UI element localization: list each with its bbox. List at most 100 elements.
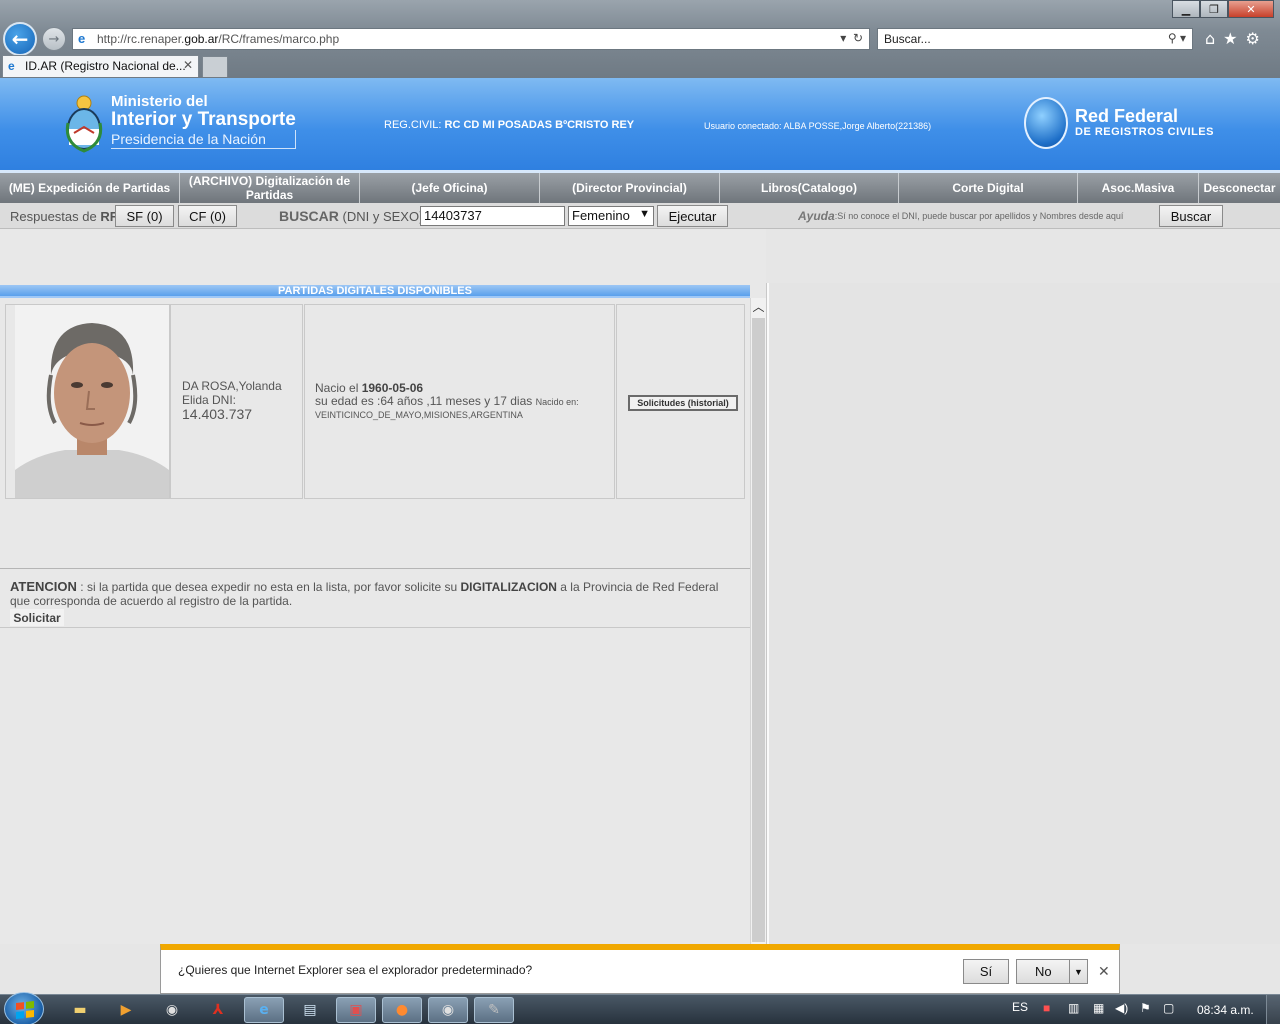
restore-button[interactable]: ❐: [1200, 0, 1228, 18]
windows-logo-icon: [16, 1001, 34, 1019]
red-federal-logo: Red Federal DE REGISTROS CIVILES: [1075, 106, 1214, 138]
nacio-label: Nacio el: [315, 381, 359, 395]
volume-icon[interactable]: ◀): [1115, 1001, 1128, 1015]
chrome-window-icon[interactable]: ◉: [428, 997, 468, 1023]
menu-director-provincial[interactable]: (Director Provincial): [540, 173, 720, 203]
solicitar-button[interactable]: Solicitar: [10, 609, 64, 626]
search-icon[interactable]: ⚲: [1168, 31, 1177, 45]
default-browser-notification: ¿Quieres que Internet Explorer sea el ex…: [160, 944, 1120, 994]
start-button[interactable]: [4, 992, 44, 1024]
reg-civil-label: REG.CIVIL:: [384, 119, 442, 131]
dropdown-icon[interactable]: ▾: [840, 31, 846, 45]
browser-search-box[interactable]: Buscar... ⚲ ▾: [877, 28, 1193, 50]
notepad-icon[interactable]: ▤: [290, 997, 330, 1023]
forward-arrow-icon: →: [48, 31, 60, 47]
url-prefix: http://rc.renaper.: [97, 32, 185, 46]
back-arrow-icon: ←: [11, 27, 29, 51]
buscar-nombre-button[interactable]: Buscar: [1159, 205, 1223, 227]
antivirus-icon[interactable]: ■: [1043, 1001, 1050, 1015]
ayuda-label: Ayuda: [798, 209, 835, 223]
firefox-icon[interactable]: ●: [382, 997, 422, 1023]
close-tab-icon[interactable]: ✕: [183, 58, 193, 72]
dni-input[interactable]: 14403737: [420, 206, 565, 226]
home-icon[interactable]: ⌂: [1205, 29, 1215, 48]
close-icon[interactable]: ✕: [1098, 964, 1110, 980]
person-dni: 14.403.737: [182, 406, 253, 422]
favorites-star-icon[interactable]: ★: [1223, 29, 1237, 48]
red-federal-title: Red Federal: [1075, 106, 1179, 126]
chevron-down-icon[interactable]: ▼: [1069, 960, 1087, 983]
internet-explorer-icon[interactable]: e: [244, 997, 284, 1023]
menu-desconectar[interactable]: Desconectar: [1199, 173, 1280, 203]
refresh-icon[interactable]: ↻: [853, 31, 863, 45]
action-center-flag-icon[interactable]: ⚑: [1140, 1001, 1151, 1015]
menu-jefe-oficina[interactable]: (Jefe Oficina): [360, 173, 540, 203]
close-window-button[interactable]: ✕: [1228, 0, 1274, 18]
results-scrollbar[interactable]: ︿: [750, 298, 766, 944]
ministerio-line2: Interior y Transporte: [111, 109, 296, 130]
menu-libros-catalogo[interactable]: Libros(Catalogo): [720, 173, 899, 203]
sexo-select[interactable]: Femenino ▼: [568, 206, 654, 226]
browser-tab-active[interactable]: e ID.AR (Registro Nacional de... ✕: [2, 55, 199, 77]
notification-yes-button[interactable]: Sí: [963, 959, 1009, 984]
nacio-date: 1960-05-06: [361, 381, 424, 395]
nacido-en-label: Nacido en:: [535, 397, 579, 407]
nacido-en-value: VEINTICINCO_DE_MAYO,MISIONES,ARGENTINA: [315, 410, 523, 420]
back-button[interactable]: ←: [3, 22, 37, 56]
ejecutar-button[interactable]: Ejecutar: [657, 205, 728, 227]
reg-civil-value: RC CD MI POSADAS BºCRISTO REY: [444, 119, 635, 131]
url-path: /RC/frames/marco.php: [218, 32, 340, 46]
new-tab-button[interactable]: [202, 56, 228, 77]
display-icon[interactable]: ▦: [1093, 1001, 1104, 1015]
chrome-icon[interactable]: ◉: [152, 997, 192, 1023]
scroll-thumb[interactable]: [752, 318, 765, 942]
media-player-icon[interactable]: ▶: [106, 997, 146, 1023]
explorer-folder-icon[interactable]: ▬: [60, 997, 100, 1023]
show-desktop-button[interactable]: [1266, 995, 1280, 1024]
menu-corte-digital[interactable]: Corte Digital: [899, 173, 1078, 203]
network-monitor-icon[interactable]: ▢: [1163, 1001, 1174, 1015]
window-controls: ▁ ❐ ✕: [1172, 0, 1274, 18]
menu-asoc-masiva[interactable]: Asoc.Masiva: [1078, 173, 1199, 203]
ministerio-title: Ministerio del Interior y Transporte Pre…: [111, 94, 296, 149]
gear-icon[interactable]: ⚙: [1246, 29, 1260, 48]
red-federal-globe-icon: [1024, 97, 1068, 149]
windows-taskbar: ▬ ▶ ◉ ⅄ e ▤ ▣ ● ◉ ✎ ES ■ ▥ ▦ ◀) ⚑ ▢ 08:3…: [0, 992, 1280, 1024]
search-row: Respuestas de RF SF (0) CF (0) BUSCAR (D…: [0, 203, 1280, 229]
person-photo: [15, 305, 169, 498]
frame-divider[interactable]: [766, 283, 769, 944]
notification-no-button[interactable]: No ▼: [1016, 959, 1088, 984]
ayuda-group: Ayuda :Sí no conoce el DNI, puede buscar…: [798, 203, 1158, 229]
reg-civil-info: REG.CIVIL: RC CD MI POSADAS BºCRISTO REY: [384, 119, 634, 131]
person-name-block: DA ROSA,Yolanda Elida DNI: 14.403.737: [182, 379, 282, 421]
taskbar-clock[interactable]: 08:34 a.m.: [1197, 1003, 1254, 1017]
argentina-coat-of-arms-icon: [65, 95, 103, 153]
sf-button[interactable]: SF (0): [115, 205, 174, 227]
cf-button[interactable]: CF (0): [178, 205, 237, 227]
menu-expedicion-partidas[interactable]: (ME) Expedición de Partidas: [0, 173, 180, 203]
search-tools: ⚲ ▾: [1168, 31, 1186, 45]
search-dropdown-icon[interactable]: ▾: [1180, 31, 1186, 45]
address-bar[interactable]: e http://rc.renaper.gob.ar/RC/frames/mar…: [72, 28, 870, 50]
atencion-heading: ATENCION: [10, 579, 77, 594]
scroll-up-icon[interactable]: ︿: [751, 298, 766, 316]
solicitudes-historial-button[interactable]: Solicitudes (historial): [628, 395, 738, 411]
forward-button[interactable]: →: [42, 27, 66, 51]
person-birth-block: Nacio el 1960-05-06 su edad es :64 años …: [315, 382, 579, 422]
presentation-app-icon[interactable]: ▣: [336, 997, 376, 1023]
browser-chrome: ▁ ❐ ✕ ← → e http://rc.renaper.gob.ar/RC/…: [0, 0, 1280, 78]
ministerio-line1: Ministerio del: [111, 93, 208, 110]
address-tools: ▾ ↻: [840, 31, 863, 45]
notification-no-label: No: [1035, 964, 1052, 979]
person-portrait-image: [15, 305, 169, 498]
chevron-down-icon: ▼: [639, 208, 650, 220]
language-indicator[interactable]: ES: [1012, 1000, 1028, 1014]
menu-digitalizacion-partidas[interactable]: (ARCHIVO) Digitalización de Partidas: [180, 173, 360, 203]
search-placeholder: Buscar...: [884, 32, 931, 46]
atencion-bold: DIGITALIZACION: [460, 580, 557, 594]
network-icon[interactable]: ▥: [1068, 1001, 1079, 1015]
ayuda-text: :Sí no conoce el DNI, puede buscar por a…: [834, 211, 1124, 221]
acrobat-icon[interactable]: ⅄: [198, 997, 238, 1023]
minimize-button[interactable]: ▁: [1172, 0, 1200, 18]
paint-icon[interactable]: ✎: [474, 997, 514, 1023]
